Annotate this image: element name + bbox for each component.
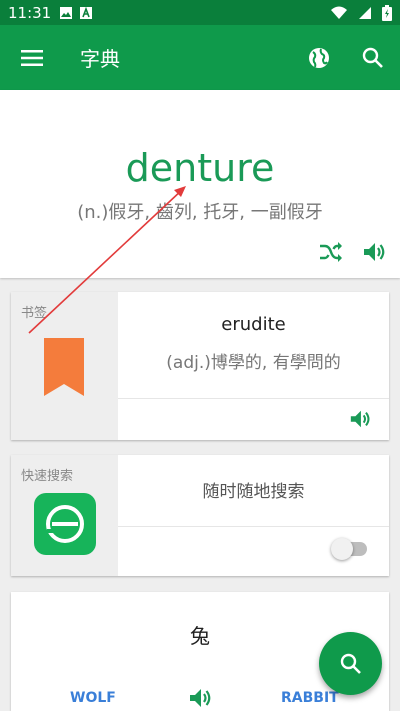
app-title: 字典 bbox=[80, 47, 120, 71]
app-bar: 字典 bbox=[0, 25, 400, 90]
bookmark-card[interactable]: 书签 erudite (adj.)博學的, 有學問的 bbox=[11, 292, 389, 440]
speaker-icon bbox=[362, 240, 386, 264]
bookmark-icon bbox=[44, 338, 84, 396]
quick-search-label: 快速搜索 bbox=[21, 469, 74, 484]
hero-word[interactable]: denture bbox=[0, 146, 400, 190]
system-icons bbox=[330, 4, 392, 21]
speaker-icon bbox=[349, 408, 371, 430]
image-notification-icon bbox=[59, 6, 73, 20]
rabbit-link[interactable]: RABBIT bbox=[281, 690, 339, 706]
a-notification-icon bbox=[79, 6, 93, 20]
status-time: 11:31 bbox=[8, 3, 52, 22]
menu-button[interactable] bbox=[0, 25, 64, 90]
hero-definition: (n.)假牙, 齒列, 托牙, 一副假牙 bbox=[77, 202, 323, 223]
fab-search-button[interactable] bbox=[319, 632, 382, 695]
menu-icon bbox=[20, 49, 44, 67]
wifi-icon bbox=[330, 6, 348, 20]
bookmark-label: 书签 bbox=[21, 306, 48, 321]
status-bar: 11:31 bbox=[0, 0, 400, 25]
bookmark-speaker-button[interactable] bbox=[349, 408, 371, 430]
speaker-icon bbox=[188, 686, 212, 710]
divider bbox=[118, 526, 389, 527]
hero-speaker-button[interactable] bbox=[362, 240, 386, 264]
wolf-link[interactable]: WOLF bbox=[70, 690, 116, 706]
signal-icon bbox=[358, 6, 372, 20]
battery-icon bbox=[382, 4, 392, 21]
word-of-the-day: denture (n.)假牙, 齒列, 托牙, 一副假牙 bbox=[0, 90, 400, 278]
bookmark-definition: (adj.)博學的, 有學問的 bbox=[166, 353, 341, 373]
quick-search-card: 快速搜索 随时随地搜索 bbox=[11, 455, 389, 576]
quick-search-toggle[interactable] bbox=[331, 538, 367, 560]
shuffle-button[interactable] bbox=[318, 240, 344, 264]
divider bbox=[118, 398, 389, 399]
toggle-knob bbox=[331, 538, 353, 560]
bookmark-word: erudite bbox=[221, 314, 286, 335]
search-button[interactable] bbox=[346, 25, 400, 90]
word-speaker-button[interactable] bbox=[188, 686, 212, 710]
language-button[interactable] bbox=[292, 25, 346, 90]
quick-search-text: 随时随地搜索 bbox=[202, 482, 305, 502]
globe-icon bbox=[307, 46, 331, 70]
shuffle-icon bbox=[318, 240, 344, 264]
fab-search-icon bbox=[340, 653, 362, 675]
search-icon bbox=[362, 47, 384, 69]
app-logo-icon bbox=[34, 493, 96, 555]
notification-icons bbox=[59, 6, 93, 20]
